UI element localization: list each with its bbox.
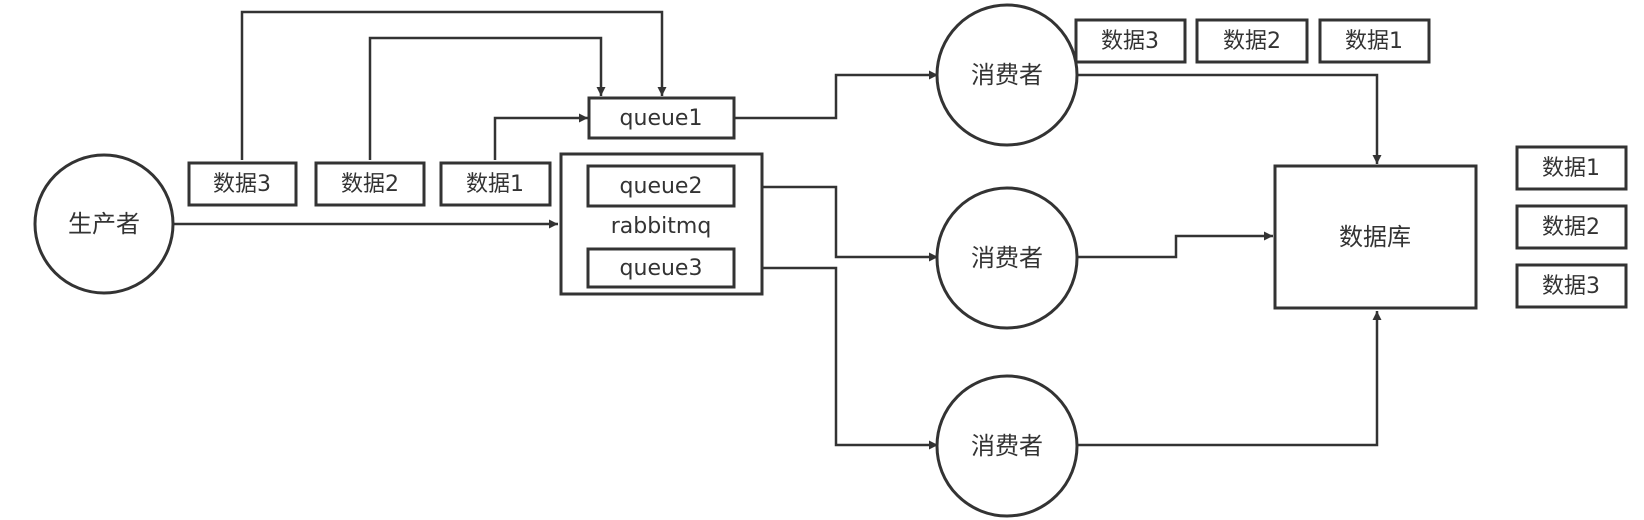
consumer-1-label: 消费者 [971,61,1043,89]
consumer-2-label: 消费者 [971,244,1043,272]
arrow-queue1-to-consumer1 [735,70,938,120]
arrow-consumer2-to-database [1078,231,1273,259]
queue1-label: queue1 [620,106,703,131]
consumer-message-2-label: 数据2 [1223,29,1281,54]
rabbitmq-box: queue2 rabbitmq queue3 [559,152,764,296]
consumer-message-2: 数据2 [1195,18,1309,64]
database-record-3: 数据3 [1515,263,1628,309]
database-label: 数据库 [1339,223,1411,251]
producer-message-3-label: 数据3 [213,172,271,197]
consumer-message-1-label: 数据1 [1345,29,1403,54]
arrow-queue3-to-consumer3 [735,266,938,450]
queue3-label: queue3 [620,256,703,281]
database-record-1: 数据1 [1515,145,1628,191]
database-record-1-label: 数据1 [1542,156,1600,181]
arrow-data2-to-queue1 [368,36,606,160]
connectors [173,10,1382,450]
consumer-3-label: 消费者 [971,432,1043,460]
database-record-3-label: 数据3 [1542,274,1600,299]
database-record-2-label: 数据2 [1542,215,1600,240]
rabbitmq-architecture-diagram: 生产者 数据3 数据2 数据1 queue1 queue2 rabbitmq q… [33,3,1628,518]
producer-message-3: 数据3 [187,161,298,207]
consumer-message-3: 数据3 [1074,18,1187,64]
producer-message-1-label: 数据1 [466,172,524,197]
queue1-box: queue1 [587,96,736,140]
database-record-2: 数据2 [1515,204,1628,250]
arrow-queue2-to-consumer2 [735,185,938,262]
queue2-label: queue2 [620,174,703,199]
rabbitmq-label: rabbitmq [611,214,712,239]
consumer-message-3-label: 数据3 [1101,29,1159,54]
producer-message-1: 数据1 [439,161,552,207]
producer-message-2: 数据2 [314,161,426,207]
arrow-consumer3-to-database [1078,311,1382,447]
database-box: 数据库 [1273,164,1478,310]
producer-label: 生产者 [68,210,140,238]
consumer-message-1: 数据1 [1318,18,1431,64]
producer-message-2-label: 数据2 [341,172,399,197]
arrow-consumer1-to-database [1078,73,1382,164]
